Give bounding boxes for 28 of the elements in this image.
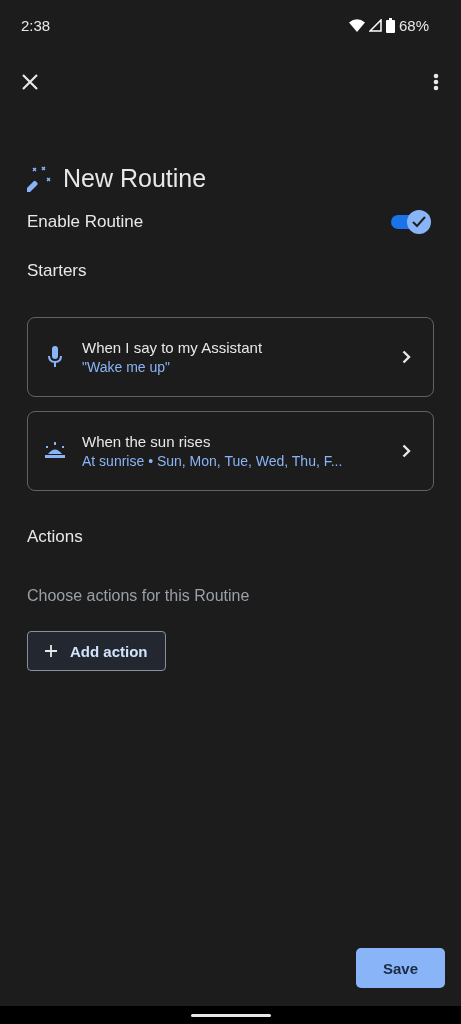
save-button[interactable]: Save [356,948,445,988]
signal-icon [368,18,382,32]
starter-detail: At sunrise • Sun, Mon, Tue, Wed, Thu, F... [82,453,344,469]
chevron-right-icon [402,444,411,458]
battery-percent: 68% [398,16,429,34]
plus-icon [45,645,57,657]
add-action-button[interactable]: Add action [27,631,166,671]
magic-wand-icon [27,165,53,192]
starter-detail: "Wake me up" [82,359,171,375]
section-heading: Actions [27,527,84,547]
wifi-icon [348,18,365,32]
check-icon [412,216,426,228]
battery-icon [385,17,395,33]
routine-title: New Routine [63,164,207,193]
section-heading: Starters [27,261,88,281]
starter-title: When I say to my Assistant [82,339,264,356]
chevron-right-icon [402,350,411,364]
status-time: 2:38 [21,16,51,34]
actions-hint: Choose actions for this Routine [27,587,251,605]
enable-label: Enable Routine [27,212,144,232]
enable-switch[interactable] [389,209,433,235]
sunrise-icon [44,442,66,460]
starter-card[interactable]: When the sun rises At sunrise • Sun, Mon, Tue, Wed, Thu, F... [27,411,434,491]
more-options-icon [433,73,439,91]
starter-card[interactable]: When I say to my Assistant "Wake me up" [27,317,434,397]
gesture-handle[interactable] [190,1013,271,1017]
starter-title: When the sun rises [82,433,212,450]
close-icon [22,74,38,90]
